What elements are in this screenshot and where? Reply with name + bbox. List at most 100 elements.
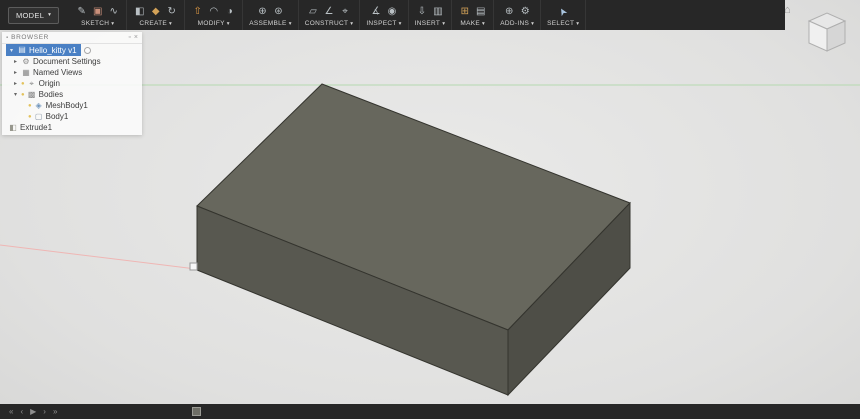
toolbar-group-sketch: ✎ ▣ ∿ SKETCH ▾ <box>69 0 128 30</box>
toolbar-group-inspect: ∡ ◉ INSPECT ▾ <box>360 0 409 30</box>
insert-mesh-icon[interactable]: ⇩ <box>415 5 428 18</box>
toolbar-group-insert: ⇩ ▥ INSERT ▾ <box>409 0 453 30</box>
step-back-icon[interactable]: ‹ <box>20 407 23 416</box>
menu-addins[interactable]: ADD-INS ▾ <box>500 20 534 27</box>
visibility-bulb-icon[interactable]: ● <box>21 92 25 98</box>
toolbar-group-assemble: ⊕ ⊛ ASSEMBLE ▾ <box>243 0 299 30</box>
browser-title: BROWSER <box>11 34 49 41</box>
timeline-bar: « ‹ ▶ › » <box>0 404 860 419</box>
visibility-bulb-icon[interactable]: ● <box>28 114 32 120</box>
top-toolbar: MODEL ▾ ✎ ▣ ∿ SKETCH ▾ ◧ ◆ ↻ CREATE ▾ ⇧ … <box>0 0 785 30</box>
app-window: ⌂ MODEL ▾ ✎ ▣ ∿ SKETCH ▾ ◧ ◆ ↻ CREATE ▾ … <box>0 0 860 419</box>
browser-item-label: Bodies <box>38 90 64 99</box>
play-icon[interactable]: ▶ <box>30 407 36 416</box>
view-cube-body[interactable] <box>802 6 852 56</box>
expand-arrow-icon[interactable]: ▸ <box>12 69 19 76</box>
decal-icon[interactable]: ▥ <box>431 5 444 18</box>
panel-grip-icon[interactable]: ▪ <box>6 35 8 41</box>
chevron-down-icon: ▾ <box>288 21 292 27</box>
visibility-bulb-icon[interactable]: ● <box>28 103 32 109</box>
press-pull-icon[interactable]: ⇧ <box>191 5 204 18</box>
browser-item-origin[interactable]: ▸ ● ⌖ Origin <box>2 78 142 89</box>
browser-item-label: Named Views <box>33 68 83 77</box>
visibility-bulb-icon[interactable]: ● <box>21 81 25 87</box>
bodies-folder-icon: ▩ <box>27 89 36 99</box>
browser-header[interactable]: ▪ BROWSER ▫ × <box>2 32 142 44</box>
menu-insert[interactable]: INSERT ▾ <box>415 20 446 27</box>
menu-construct[interactable]: CONSTRUCT ▾ <box>305 20 354 27</box>
browser-item-document-settings[interactable]: ▸ ⚙ Document Settings <box>2 56 142 67</box>
chevron-down-icon: ▾ <box>531 21 535 27</box>
browser-item-label: Document Settings <box>33 57 101 66</box>
mesh-body-icon: ◈ <box>35 100 42 110</box>
fillet-icon[interactable]: ◠ <box>207 5 220 18</box>
construction-point-icon[interactable]: ⌖ <box>339 5 352 18</box>
expand-arrow-icon[interactable]: ▸ <box>12 80 19 87</box>
sketch-spline-icon[interactable]: ∿ <box>107 5 120 18</box>
construction-plane-icon[interactable]: ▱ <box>307 5 320 18</box>
document-icon: ▤ <box>18 45 26 54</box>
gear-icon: ⚙ <box>22 56 30 66</box>
chevron-down-icon: ▾ <box>398 21 402 27</box>
extrude-icon[interactable]: ◧ <box>133 5 146 18</box>
construction-axis-icon[interactable]: ∠ <box>323 5 336 18</box>
toolbar-group-addins: ⊕ ⚙ ADD-INS ▾ <box>494 0 542 30</box>
menu-sketch[interactable]: SKETCH ▾ <box>75 20 120 27</box>
print-3d-icon[interactable]: ⊞ <box>458 5 471 18</box>
origin-icon: ⌖ <box>29 78 34 88</box>
chevron-down-icon: ▾ <box>442 21 446 27</box>
panel-options-icon[interactable]: ▫ <box>128 34 130 41</box>
step-forward-icon[interactable]: › <box>43 407 46 416</box>
measure-icon[interactable]: ∡ <box>370 5 383 18</box>
menu-create[interactable]: CREATE ▾ <box>133 20 178 27</box>
workspace-switcher[interactable]: MODEL ▾ <box>8 6 60 24</box>
revolve-icon[interactable]: ↻ <box>165 5 178 18</box>
expand-arrow-icon[interactable]: ▾ <box>8 47 15 54</box>
browser-item-named-views[interactable]: ▸ ▦ Named Views <box>2 67 142 78</box>
joint-icon[interactable]: ⊛ <box>272 5 285 18</box>
shell-icon[interactable]: ◑ <box>223 5 236 18</box>
chevron-down-icon: ▾ <box>350 21 354 27</box>
stop-sketch-icon[interactable]: ▣ <box>91 5 104 18</box>
view-cube[interactable]: ⌂ <box>784 4 852 58</box>
browser-item-bodies[interactable]: ▾ ● ▩ Bodies <box>2 89 142 100</box>
select-cursor-icon[interactable]: ➤ <box>554 2 572 20</box>
extrude-feature-icon: ◧ <box>9 122 17 132</box>
panel-close-icon[interactable]: × <box>134 34 138 41</box>
browser-item-label: MeshBody1 <box>45 101 88 110</box>
go-to-start-icon[interactable]: « <box>9 407 13 416</box>
document-status-icon <box>83 46 91 54</box>
section-analysis-icon[interactable]: ◉ <box>386 5 399 18</box>
menu-select[interactable]: SELECT ▾ <box>547 20 579 27</box>
toolbar-group-construct: ▱ ∠ ⌖ CONSTRUCT ▾ <box>299 0 361 30</box>
named-views-icon: ▦ <box>22 67 30 77</box>
menu-inspect[interactable]: INSPECT ▾ <box>366 20 401 27</box>
browser-item-label: Extrude1 <box>20 123 53 132</box>
make-utility-icon[interactable]: ▤ <box>474 5 487 18</box>
chevron-down-icon: ▾ <box>576 21 580 27</box>
extrude-feature-marker[interactable] <box>192 407 202 416</box>
addins-gear-icon[interactable]: ⚙ <box>519 5 532 18</box>
chevron-down-icon: ▾ <box>226 21 230 27</box>
browser-item-root-document[interactable]: ▾ ▤ Hello_kitty v1 <box>6 44 81 56</box>
x-axis-line <box>0 244 197 270</box>
go-to-end-icon[interactable]: » <box>53 407 57 416</box>
expand-arrow-icon[interactable]: ▸ <box>12 58 19 65</box>
create-sketch-icon[interactable]: ✎ <box>75 5 88 18</box>
browser-item-meshbody1[interactable]: ● ◈ MeshBody1 <box>2 100 142 111</box>
workspace-label: MODEL <box>16 10 45 20</box>
chevron-down-icon: ▾ <box>169 21 173 27</box>
menu-assemble[interactable]: ASSEMBLE ▾ <box>249 20 292 27</box>
new-component-icon[interactable]: ⊕ <box>256 5 269 18</box>
scripts-addins-icon[interactable]: ⊕ <box>503 5 516 18</box>
browser-item-label: Body1 <box>45 112 69 121</box>
menu-make[interactable]: MAKE ▾ <box>458 20 487 27</box>
collapse-arrow-icon[interactable]: ▾ <box>12 91 19 98</box>
browser-item-extrude1[interactable]: ◧ Extrude1 <box>2 122 142 133</box>
create-form-icon[interactable]: ◆ <box>149 5 162 18</box>
browser-item-body1[interactable]: ● ▢ Body1 <box>2 111 142 122</box>
origin-marker[interactable] <box>189 262 198 271</box>
toolbar-group-modify: ⇧ ◠ ◑ MODIFY ▾ <box>185 0 244 30</box>
chevron-down-icon: ▾ <box>48 12 52 18</box>
menu-modify[interactable]: MODIFY ▾ <box>191 20 236 27</box>
